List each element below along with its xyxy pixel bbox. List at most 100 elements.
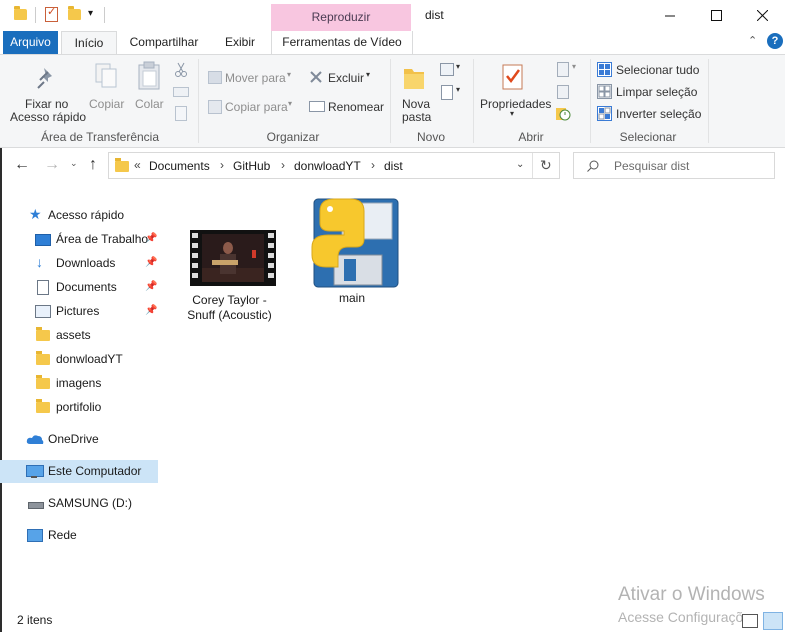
nav-label: Pictures [56, 304, 100, 318]
new-folder-label-1: Nova [402, 97, 431, 111]
tab-arquivo[interactable]: Arquivo [3, 31, 58, 54]
properties-quick-icon[interactable] [45, 5, 58, 22]
tab-ferramentas-de-video[interactable]: Ferramentas de Vídeo [271, 31, 413, 54]
breadcrumb-separator[interactable]: › [281, 158, 285, 172]
navigation-pane: ★ Acesso rápido Área de Trabalho 📌 ↓ Dow… [0, 200, 162, 610]
pin-icon[interactable]: 📌 [145, 305, 157, 316]
address-dropdown-icon[interactable]: ⌄ [516, 159, 524, 170]
drive-icon [28, 502, 44, 509]
nav-label: OneDrive [48, 432, 99, 446]
breadcrumb-dist[interactable]: dist [384, 159, 403, 173]
pin-icon[interactable]: 📌 [145, 281, 157, 292]
group-separator [390, 59, 391, 143]
folder-icon [36, 399, 50, 413]
help-icon[interactable]: ? [767, 33, 783, 49]
breadcrumb-github[interactable]: GitHub [233, 159, 270, 173]
organize-group-title: Organizar [266, 130, 320, 144]
file-item-main[interactable]: main [300, 195, 404, 306]
divider [532, 153, 533, 178]
forward-arrow-icon[interactable]: → [44, 156, 60, 174]
rename-icon [309, 101, 325, 112]
recent-locations-chevron-icon[interactable]: ⌄ [70, 158, 78, 169]
group-separator [708, 59, 709, 143]
pin-icon[interactable]: 📌 [145, 257, 157, 268]
collapse-ribbon-icon[interactable]: ⌃ [748, 34, 757, 47]
tab-compartilhar[interactable]: Compartilhar [124, 31, 204, 54]
details-view-icon[interactable] [742, 614, 758, 628]
chevron-down-icon[interactable]: ▾ [456, 85, 460, 94]
status-item-count: 2 itens [17, 613, 53, 627]
pin-icon [37, 68, 52, 89]
nav-item-assets[interactable]: assets [0, 324, 158, 347]
nav-item-onedrive[interactable]: OneDrive [0, 428, 158, 451]
chevron-down-icon: ▾ [510, 109, 515, 118]
nav-item-samsung-drive[interactable]: SAMSUNG (D:) [0, 492, 158, 515]
breadcrumb-donwloadyt[interactable]: donwloadYT [294, 159, 361, 173]
nav-item-donwloadyt[interactable]: donwloadYT [0, 348, 158, 371]
nav-item-portifolio[interactable]: portifolio [0, 396, 158, 419]
search-box[interactable]: Pesquisar dist [573, 152, 775, 179]
chevron-down-icon[interactable]: ▾ [456, 62, 460, 71]
search-placeholder: Pesquisar dist [614, 159, 690, 173]
refresh-icon[interactable]: ↻ [540, 157, 552, 174]
pin-icon[interactable]: 📌 [145, 233, 157, 244]
cloud-icon [26, 435, 44, 444]
new-folder-quick-icon[interactable] [68, 6, 81, 20]
breadcrumb-documents[interactable]: Documents [149, 159, 210, 173]
nav-item-rede[interactable]: Rede [0, 524, 158, 547]
nav-label: Área de Trabalho [56, 232, 149, 246]
history-icon[interactable] [555, 105, 571, 121]
desktop-icon [35, 234, 51, 246]
breadcrumb-separator[interactable]: › [371, 158, 375, 172]
group-separator [473, 59, 474, 143]
tab-inicio[interactable]: Início [61, 31, 117, 55]
activation-watermark-title: Ativar o Windows [618, 584, 765, 605]
python-exe-icon [311, 198, 399, 288]
select-group-title: Selecionar [619, 130, 677, 144]
paste-icon [138, 61, 160, 90]
clipboard-group-title: Área de Transferência [40, 130, 160, 144]
nav-item-documents[interactable]: Documents 📌 [0, 276, 158, 299]
copy-icon [95, 63, 117, 88]
rename-label: Renomear [328, 100, 385, 114]
new-folder-icon [404, 69, 424, 89]
file-name-line-1: Corey Taylor - [192, 293, 267, 307]
close-button[interactable] [739, 0, 785, 30]
minimize-icon [664, 15, 675, 16]
nav-label: Acesso rápido [48, 208, 125, 222]
pictures-icon [35, 305, 51, 318]
select-all-label: Selecionar tudo [616, 63, 700, 77]
breadcrumb-overflow[interactable]: « [134, 158, 141, 172]
large-icons-view-icon[interactable] [763, 612, 783, 630]
nav-item-pictures[interactable]: Pictures 📌 [0, 300, 158, 323]
nav-item-imagens[interactable]: imagens [0, 372, 158, 395]
address-bar[interactable]: « Documents › GitHub › donwloadYT › dist… [108, 152, 560, 179]
nav-item-downloads[interactable]: ↓ Downloads 📌 [0, 252, 158, 275]
back-arrow-icon[interactable]: ← [14, 156, 30, 174]
pin-label-1: Fixar no [25, 97, 69, 111]
up-arrow-icon[interactable]: ↑ [89, 156, 97, 174]
nav-label: imagens [56, 376, 102, 390]
nav-item-quick-access[interactable]: ★ Acesso rápido [0, 204, 158, 227]
breadcrumb-separator[interactable]: › [220, 158, 224, 172]
minimize-button[interactable] [647, 0, 693, 30]
video-file-icon [189, 230, 276, 286]
copy-to-label: Copiar para [225, 100, 288, 114]
customize-quick-access-icon[interactable]: ▾ [88, 8, 93, 19]
easy-access-icon[interactable] [441, 85, 453, 100]
file-item-video[interactable]: Corey Taylor - Snuff (Acoustic) [172, 228, 287, 323]
window-title: dist [425, 8, 444, 22]
open-group-title: Abrir [518, 130, 544, 144]
maximize-button[interactable] [693, 0, 739, 30]
activation-watermark-subtitle: Acesse Configurações [618, 609, 759, 625]
tab-exibir[interactable]: Exibir [214, 31, 266, 54]
nav-item-este-computador[interactable]: Este Computador [0, 460, 158, 483]
nav-label: Documents [56, 280, 117, 294]
nav-label: portifolio [56, 400, 102, 414]
open-icon [557, 62, 569, 77]
copy-label: Copiar [89, 97, 125, 111]
download-arrow-icon: ↓ [36, 254, 43, 270]
new-item-icon[interactable] [440, 63, 454, 76]
nav-item-area-de-trabalho[interactable]: Área de Trabalho 📌 [0, 228, 158, 251]
invert-selection-icon [597, 106, 612, 121]
